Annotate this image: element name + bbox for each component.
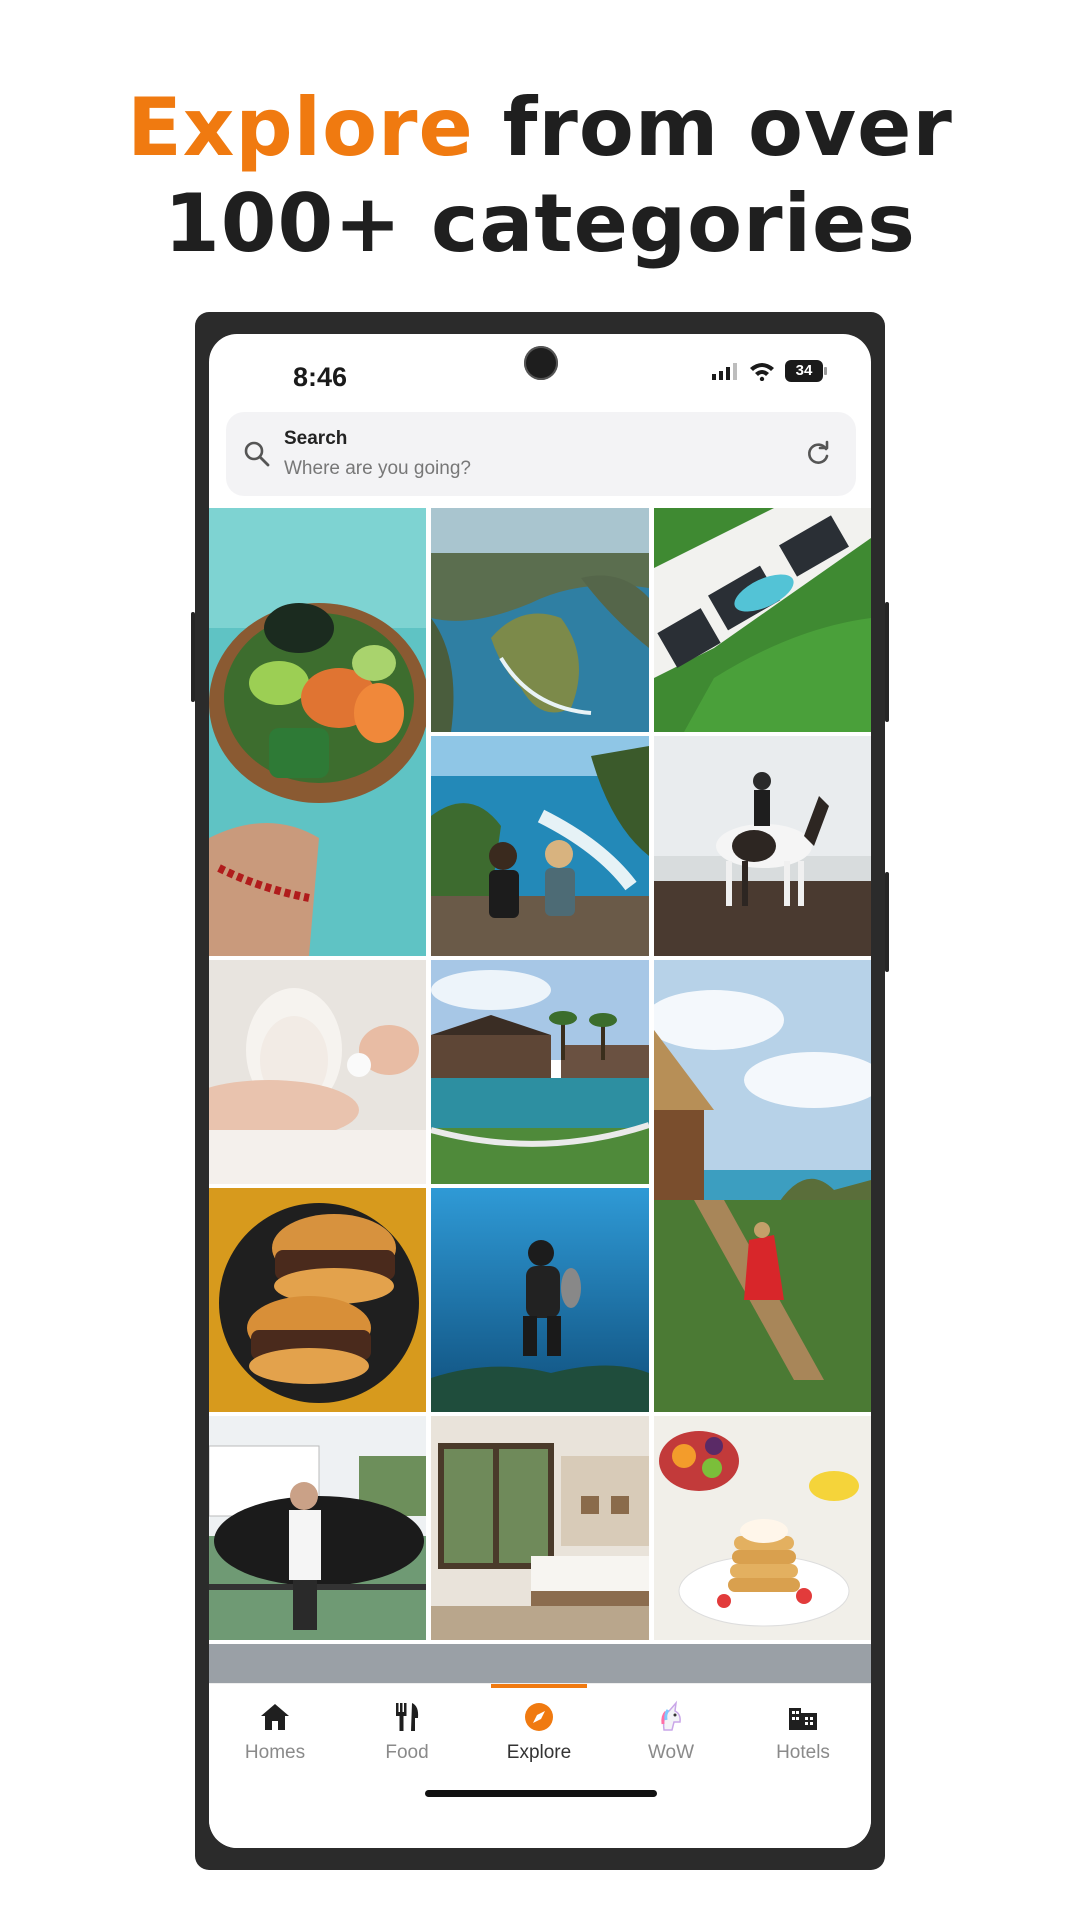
tab-food[interactable]: Food — [341, 1684, 473, 1794]
tab-label: Explore — [506, 1742, 572, 1763]
refresh-icon[interactable] — [804, 440, 832, 468]
front-camera — [524, 346, 558, 380]
photo-tile[interactable] — [654, 960, 871, 1412]
home-indicator[interactable] — [425, 1790, 657, 1797]
photo-resort-pool — [431, 960, 649, 1184]
tab-wow[interactable]: WoW — [605, 1684, 737, 1794]
photo-grid — [209, 508, 871, 1683]
search-icon — [244, 441, 270, 467]
phone-frame: 8:46 34 Search Where are you going? Home… — [191, 312, 889, 1870]
photo-pancakes — [654, 1416, 871, 1640]
photo-tile[interactable] — [431, 508, 649, 732]
hotel-icon — [789, 1708, 817, 1730]
phone-power-button — [885, 872, 889, 972]
photo-tile[interactable] — [209, 1416, 426, 1640]
photo-couple-cliff — [431, 736, 649, 956]
photo-poke-bowl — [209, 508, 426, 956]
photo-tile[interactable] — [654, 508, 871, 732]
search-input[interactable]: Where are you going? — [284, 458, 471, 480]
wifi-icon — [750, 363, 774, 381]
tab-homes[interactable]: Homes — [209, 1684, 341, 1794]
battery-icon: 34 — [785, 360, 827, 382]
headline-line-1-rest: from over — [502, 81, 953, 174]
photo-horse-beach — [654, 736, 871, 956]
search-bar[interactable]: Search Where are you going? — [226, 412, 856, 496]
photo-villa-aerial — [654, 508, 871, 732]
photo-tile[interactable] — [654, 736, 871, 956]
photo-tile[interactable] — [209, 1188, 426, 1412]
headline-line-1: Explore from over — [0, 80, 1080, 176]
status-time: 8:46 — [293, 362, 348, 392]
headline: Explore from over 100+ categories — [0, 80, 1080, 272]
status-bar: 8:46 34 — [209, 334, 871, 404]
phone-screen: 8:46 34 Search Where are you going? Home… — [209, 334, 871, 1848]
search-title: Search — [284, 428, 348, 449]
photo-hotel-bedroom — [431, 1416, 649, 1640]
photo-tile[interactable] — [209, 508, 426, 956]
tab-hotels[interactable]: Hotels — [737, 1684, 869, 1794]
tab-explore[interactable]: Explore — [473, 1684, 605, 1794]
photo-tile[interactable] — [431, 1188, 649, 1412]
compass-icon — [525, 1703, 553, 1731]
signal-icon — [712, 363, 737, 380]
photo-facial — [209, 960, 426, 1184]
photo-tile[interactable] — [209, 960, 426, 1184]
photo-treehouse-cliff — [654, 960, 871, 1412]
phone-side-button — [191, 612, 195, 702]
photo-tile[interactable] — [431, 736, 649, 956]
home-icon — [261, 1704, 289, 1730]
photo-burgers — [209, 1188, 426, 1412]
photo-helicopter — [209, 1416, 426, 1640]
status-icons: 34 — [711, 360, 827, 382]
fork-knife-icon — [396, 1703, 419, 1731]
headline-line-2: 100+ categories — [164, 177, 916, 270]
tab-label: Homes — [244, 1742, 306, 1763]
tab-label: Hotels — [776, 1742, 830, 1763]
unicorn-icon — [661, 1700, 681, 1731]
photo-tile[interactable] — [431, 1416, 649, 1640]
headline-accent: Explore — [127, 81, 474, 174]
photo-tile-partial[interactable] — [209, 1644, 871, 1683]
phone-volume-button — [885, 602, 889, 722]
tab-label: WoW — [647, 1742, 695, 1763]
photo-tile[interactable] — [431, 960, 649, 1184]
bottom-tab-bar: Homes Food Explore WoW Hotels — [209, 1683, 871, 1848]
tab-label: Food — [385, 1742, 429, 1763]
photo-scuba-diver — [431, 1188, 649, 1412]
photo-tile[interactable] — [654, 1416, 871, 1640]
photo-coastal-cliffs — [431, 508, 649, 732]
